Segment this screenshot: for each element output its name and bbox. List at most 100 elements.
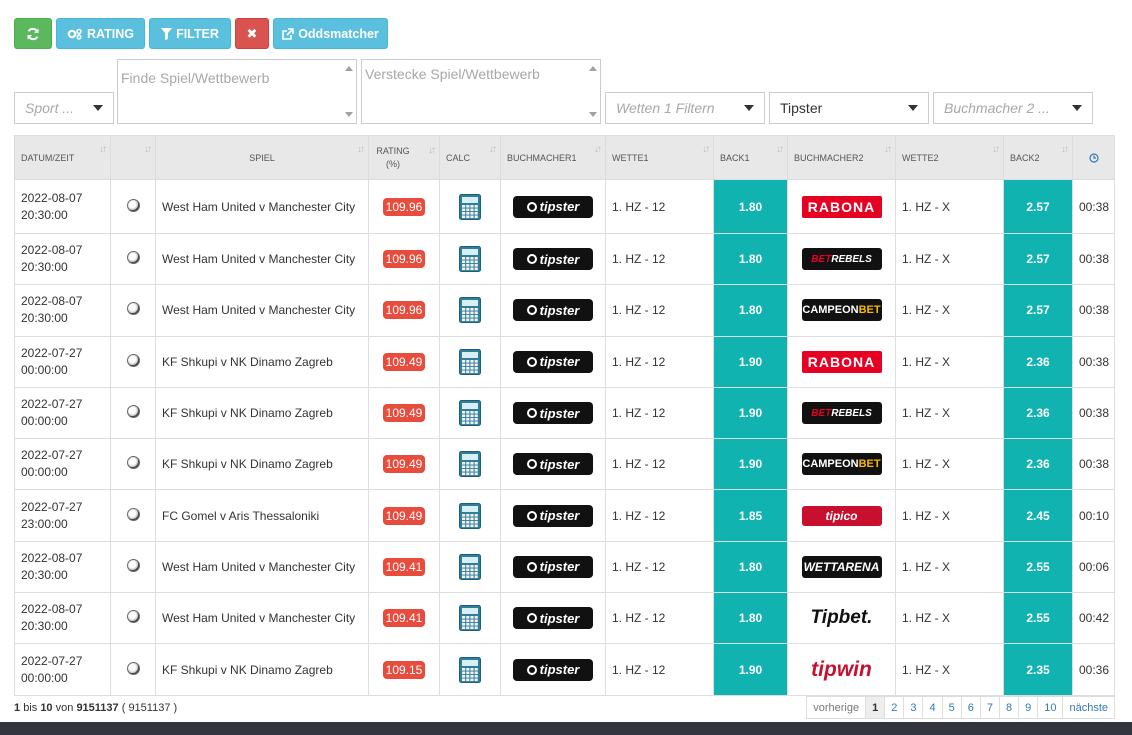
cell-wette2: 1. HZ - X (895, 232, 1004, 286)
table-row[interactable]: 2022-08-07 20:30:00 West Ham United v Manc… (14, 540, 1115, 594)
cell-date: 2022-07-27 00:00:00 (14, 438, 111, 491)
col-header-back1[interactable]: BACK1 ↓↑ (713, 135, 788, 180)
sort-icon: ↓↑ (357, 144, 365, 155)
filter-button-label: FILTER (176, 26, 219, 41)
cell-wette1: 1. HZ - 12 (605, 335, 714, 388)
table-row[interactable]: 2022-07-27 00:00:00 KF Shkupi v NK Dinamo … (14, 335, 1115, 388)
col-header-back2-label: BACK2 (1010, 152, 1040, 163)
cell-sport (110, 489, 156, 542)
pagination-page[interactable]: 7 (979, 696, 1000, 719)
logo-tipbet: Tipbet. (810, 607, 873, 629)
sort-icon: ↓↑ (144, 144, 152, 155)
textarea-scrollbar[interactable] (585, 61, 599, 122)
pagination-page[interactable]: 3 (903, 696, 924, 719)
calculator-icon[interactable] (459, 246, 481, 273)
cell-date: 2022-08-07 20:30:00 (14, 284, 111, 337)
calculator-icon[interactable] (459, 193, 481, 220)
col-header-date[interactable]: DATUM/ZEIT ↓↑ (14, 135, 111, 180)
cell-back2: 2.57 (1003, 284, 1073, 337)
calculator-icon[interactable] (459, 605, 481, 632)
table-row[interactable]: 2022-08-07 20:30:00 West Ham United v Manc… (14, 179, 1115, 234)
col-header-back2[interactable]: BACK2 ↓↑ (1003, 135, 1073, 180)
pagination-page[interactable]: 2 (884, 696, 905, 719)
pagination-page[interactable]: 6 (960, 696, 981, 719)
table-row[interactable]: 2022-07-27 00:00:00 KF Shkupi v NK Dinamo … (14, 386, 1115, 440)
cell-buchmacher1: tipster (500, 540, 606, 594)
filter-button[interactable]: FILTER (149, 18, 231, 49)
cell-back1: 1.90 (713, 643, 788, 696)
cell-date: 2022-07-27 00:00:00 (14, 386, 111, 440)
rating-button[interactable]: RATING (56, 18, 145, 49)
col-header-date-label: DATUM/ZEIT (21, 152, 75, 163)
cell-buchmacher2: CAMPEON BET (787, 438, 896, 491)
col-header-updated[interactable] (1072, 135, 1115, 180)
table-row[interactable]: 2022-08-07 20:30:00 West Ham United v Manc… (14, 592, 1115, 645)
calculator-icon[interactable] (459, 451, 481, 478)
textarea-scrollbar[interactable] (341, 61, 355, 122)
table-row[interactable]: 2022-07-27 00:00:00 KF Shkupi v NK Dinamo … (14, 438, 1115, 491)
hide-game-textarea[interactable]: Verstecke Spiel/Wettbewerb (361, 59, 601, 124)
cell-date: 2022-07-27 23:00:00 (14, 489, 111, 542)
calculator-icon[interactable] (459, 400, 481, 427)
refresh-button[interactable] (14, 18, 52, 49)
calculator-icon[interactable] (459, 502, 481, 529)
rating-badge: 109.49 (382, 455, 426, 474)
oddsmatcher-button[interactable]: Oddsmatcher (273, 18, 388, 49)
cell-updated: 00:38 (1072, 438, 1115, 491)
wetten-filter-select[interactable]: Wetten 1 Filtern (605, 92, 765, 124)
cell-spiel: FC Gomel v Aris Thessaloniki (155, 489, 369, 542)
cell-updated: 00:38 (1072, 179, 1115, 234)
pagination-prev[interactable]: vorherige (806, 696, 867, 719)
cell-wette1: 1. HZ - 12 (605, 386, 714, 440)
pagination-page[interactable]: 1 (865, 696, 886, 719)
pagination-next[interactable]: nächste (1062, 696, 1115, 719)
wetten-filter-placeholder: Wetten 1 Filtern (616, 100, 715, 116)
col-header-rating[interactable]: RATING (%) ↓↑ (368, 135, 440, 180)
col-header-wette1[interactable]: WETTE1 ↓↑ (605, 135, 714, 180)
rating-badge: 109.96 (382, 301, 426, 320)
table-row[interactable]: 2022-07-27 23:00:00 FC Gomel v Aris Thessa… (14, 489, 1115, 542)
sport-select[interactable]: Sport ... (14, 92, 114, 124)
cell-wette1: 1. HZ - 12 (605, 592, 714, 645)
bookmaker2-select[interactable]: Buchmacher 2 ... (933, 92, 1093, 124)
table-row[interactable]: 2022-08-07 20:30:00 West Ham United v Manc… (14, 232, 1115, 286)
cell-wette1: 1. HZ - 12 (605, 284, 714, 337)
cell-back1: 1.90 (713, 438, 788, 491)
col-header-sport[interactable]: ↓↑ (110, 135, 156, 180)
pagination-page[interactable]: 8 (998, 696, 1020, 719)
cell-spiel: KF Shkupi v NK Dinamo Zagreb (155, 643, 369, 696)
sort-icon: ↓↑ (99, 144, 107, 155)
logo-tipster: tipster (513, 350, 593, 373)
pagination-page[interactable]: 10 (1037, 696, 1064, 719)
pagination-page[interactable]: 5 (941, 696, 962, 719)
odds-table: DATUM/ZEIT ↓↑ ↓↑ SPIEL ↓↑ RATING (%) ↓↑ CAL… (14, 135, 1115, 696)
calculator-icon[interactable] (459, 553, 481, 580)
col-header-wette2[interactable]: WETTE2 ↓↑ (895, 135, 1004, 180)
logo-tipster: tipster (513, 658, 593, 681)
col-header-spiel[interactable]: SPIEL ↓↑ (155, 135, 369, 180)
reset-button[interactable]: ✖ (235, 18, 269, 49)
cell-calc (439, 335, 501, 388)
soccer-ball-icon (126, 302, 140, 316)
cell-calc (439, 438, 501, 491)
cell-back1: 1.80 (713, 540, 788, 594)
col-header-calc[interactable]: CALC ↓↑ (439, 135, 501, 180)
logo-tipster: tipster (513, 248, 593, 271)
col-header-buchmacher1[interactable]: BUCHMACHER1 ↓↑ (500, 135, 606, 180)
rating-badge: 109.96 (382, 197, 426, 216)
table-row[interactable]: 2022-08-07 20:30:00 West Ham United v Manc… (14, 284, 1115, 337)
calculator-icon[interactable] (459, 297, 481, 324)
soccer-ball-icon (126, 251, 140, 265)
col-header-buchmacher2[interactable]: BUCHMACHER2 ↓↑ (787, 135, 896, 180)
calculator-icon[interactable] (459, 348, 481, 375)
sort-icon: ↓↑ (884, 144, 892, 155)
pagination-page[interactable]: 9 (1018, 696, 1039, 719)
calculator-icon[interactable] (459, 656, 481, 683)
logo-campeonbet: CAMPEON BET (801, 453, 882, 476)
cell-rating: 109.96 (368, 232, 440, 286)
pagination-page[interactable]: 4 (922, 696, 943, 719)
bookmaker1-select[interactable]: Tipster (769, 92, 929, 124)
table-row[interactable]: 2022-07-27 00:00:00 KF Shkupi v NK Dinamo … (14, 643, 1115, 696)
caret-down-icon (93, 105, 103, 111)
search-game-textarea[interactable]: Finde Spiel/Wettbewerb (117, 59, 357, 124)
